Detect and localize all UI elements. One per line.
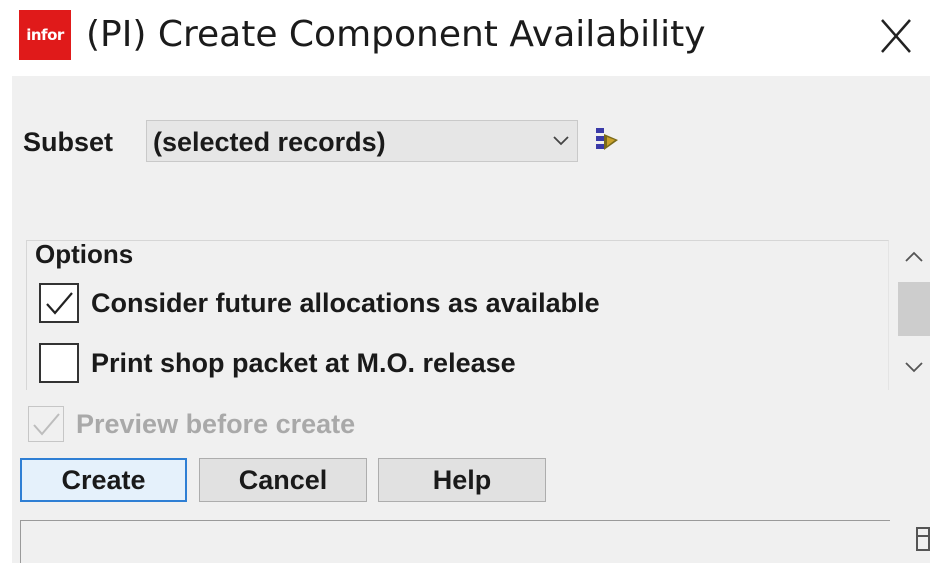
option-consider-future-allocations[interactable]: Consider future allocations as available: [39, 283, 600, 323]
window-title: (PI) Create Component Availability: [86, 14, 706, 55]
help-button[interactable]: Help: [378, 458, 546, 502]
cancel-button[interactable]: Cancel: [199, 458, 367, 502]
subset-value: (selected records): [153, 127, 386, 157]
checkmark-icon: [46, 292, 73, 315]
checkmark-icon: [33, 413, 60, 436]
subset-label: Subset: [23, 127, 114, 157]
chevron-up-icon[interactable]: [902, 246, 926, 268]
preview-before-create[interactable]: Preview before create: [28, 406, 355, 442]
title-bar: infor (PI) Create Component Availability: [0, 0, 930, 76]
status-field: [20, 520, 890, 563]
option-label: Print shop packet at M.O. release: [91, 348, 516, 378]
close-button[interactable]: [872, 12, 920, 60]
dialog-body: Subset (selected records) Options Consid…: [12, 76, 930, 563]
checkbox[interactable]: [39, 343, 79, 383]
option-print-shop-packet[interactable]: Print shop packet at M.O. release: [39, 343, 516, 383]
options-group: Options Consider future allocations as a…: [26, 239, 889, 390]
options-legend: Options: [35, 239, 134, 269]
chevron-down-icon: [553, 136, 569, 146]
preview-label: Preview before create: [76, 409, 356, 439]
scroll-thumb[interactable]: [898, 282, 930, 336]
status-icon[interactable]: [916, 524, 930, 554]
option-label: Consider future allocations as available: [91, 288, 600, 318]
filter-icon[interactable]: [594, 124, 624, 156]
close-icon: [881, 19, 911, 53]
logo-text: infor: [26, 26, 64, 44]
chevron-down-icon[interactable]: [902, 356, 926, 378]
infor-logo: infor: [19, 10, 71, 60]
checkbox-disabled[interactable]: [28, 406, 64, 442]
options-scrollbar[interactable]: [894, 240, 930, 390]
checkbox[interactable]: [39, 283, 79, 323]
subset-dropdown[interactable]: (selected records): [146, 120, 578, 162]
create-button[interactable]: Create: [20, 458, 187, 502]
